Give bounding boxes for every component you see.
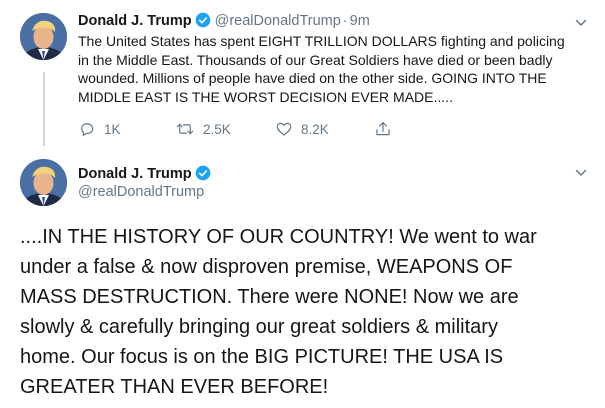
- author-name[interactable]: Donald J. Trump: [78, 166, 192, 182]
- avatar-image: [20, 13, 67, 60]
- tweet-text-line: under a false & now disproven premise, W…: [20, 256, 513, 278]
- like-count: 8.2K: [301, 121, 329, 137]
- tweet-text-line: MASS DESTRUCTION. There were NONE! Now w…: [20, 286, 519, 308]
- verified-badge-icon: [195, 165, 211, 186]
- timestamp[interactable]: 9m: [350, 13, 370, 29]
- retweet-icon: [176, 123, 194, 135]
- tweet-header: Donald J. Trump @realDonaldTrump · 9m: [78, 12, 370, 33]
- tweet-text: ....IN THE HISTORY OF OUR COUNTRY! We we…: [20, 222, 590, 402]
- verified-badge-icon: [195, 12, 211, 33]
- tweet-header: Donald J. Trump: [78, 165, 211, 186]
- heart-icon: [276, 122, 292, 136]
- reply-icon: [81, 123, 94, 136]
- tweet-text-line: slowly & carefully bringing our great so…: [20, 316, 498, 338]
- tweet-text: The United States has spent EIGHT TRILLI…: [78, 32, 588, 106]
- tweet-text-line: GREATER THAN EVER BEFORE!: [20, 376, 329, 398]
- reply-count: 1K: [104, 121, 121, 137]
- reply-button[interactable]: 1K: [78, 120, 121, 138]
- thread-connector-line: [43, 72, 45, 146]
- tweet-text-line: in the Middle East. Thousands of our Gre…: [78, 51, 553, 68]
- author-name[interactable]: Donald J. Trump: [78, 13, 192, 29]
- avatar-image: [20, 159, 67, 206]
- chevron-down-icon[interactable]: [575, 166, 587, 178]
- share-button[interactable]: [374, 120, 400, 138]
- separator-dot: ·: [342, 13, 348, 29]
- retweet-count: 2.5K: [203, 121, 231, 137]
- avatar[interactable]: [20, 159, 67, 206]
- tweet-text-line: home. Our focus is on the BIG PICTURE! T…: [20, 346, 504, 368]
- share-icon: [376, 122, 390, 136]
- chevron-down-icon[interactable]: [575, 16, 587, 28]
- author-handle[interactable]: @realDonaldTrump: [215, 13, 341, 29]
- avatar[interactable]: [20, 13, 67, 60]
- tweet-text-line: The United States has spent EIGHT TRILLI…: [78, 33, 565, 49]
- retweet-button[interactable]: 2.5K: [175, 120, 231, 138]
- tweet-text-line: ....IN THE HISTORY OF OUR COUNTRY! We we…: [20, 226, 537, 248]
- like-button[interactable]: 8.2K: [275, 120, 329, 138]
- author-handle[interactable]: @realDonaldTrump: [78, 184, 204, 200]
- tweet-actions: 1K 2.5K 8.2K: [78, 120, 408, 140]
- tweet-text-line: wounded. Millions of people have died on…: [78, 70, 547, 86]
- tweet-text-line: MIDDLE EAST IS THE WORST DECISION EVER M…: [78, 88, 453, 105]
